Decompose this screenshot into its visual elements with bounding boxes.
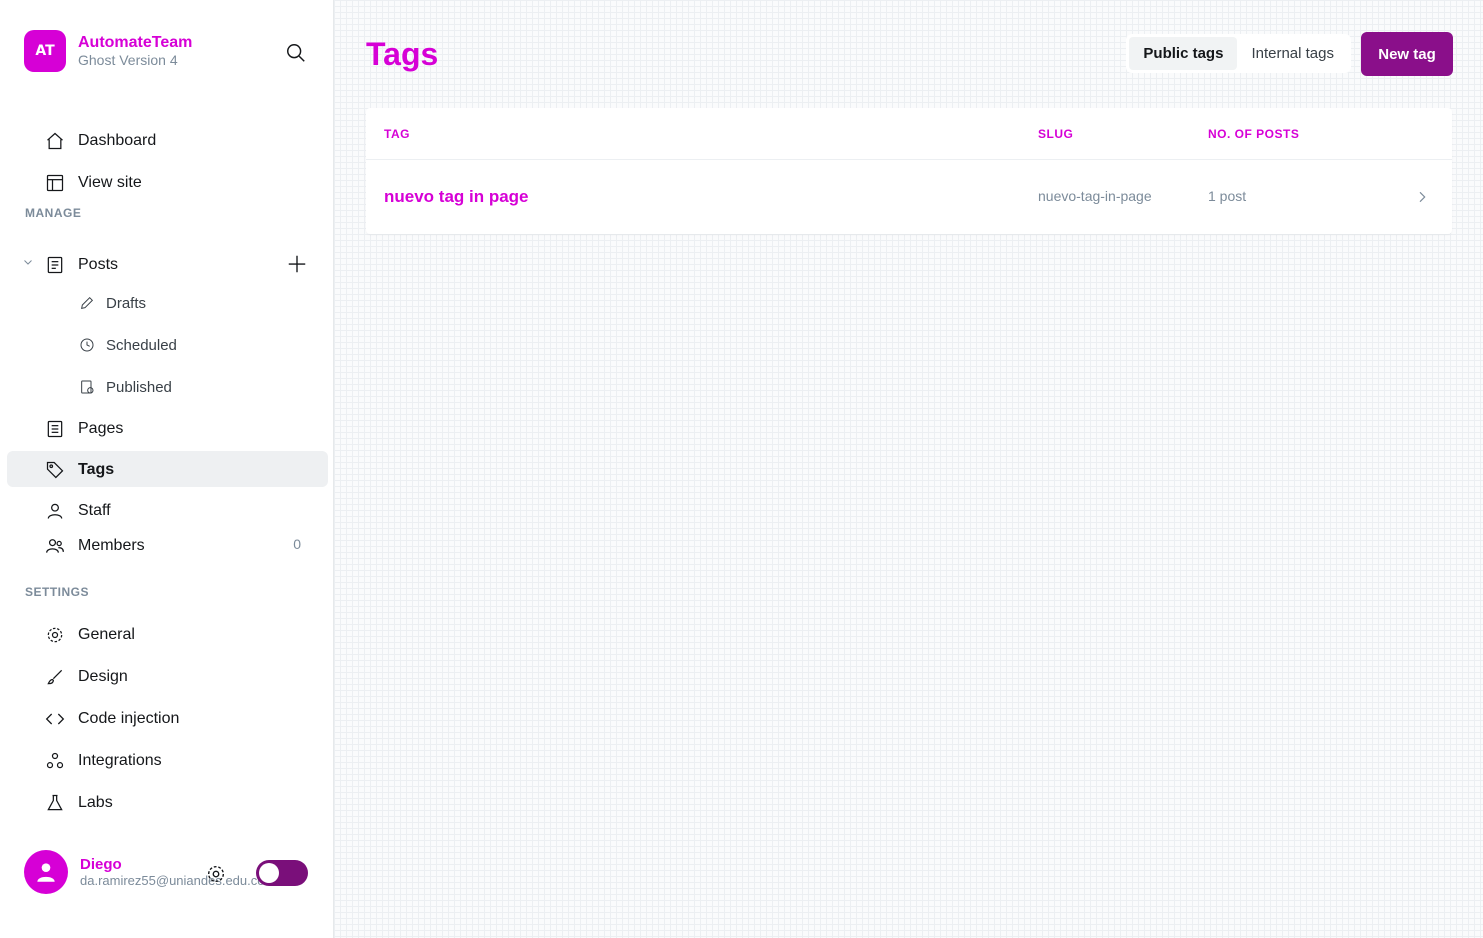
tag-type-tabs: Public tags Internal tags	[1126, 34, 1351, 73]
integrations-icon	[44, 750, 66, 772]
user-icon	[37, 863, 55, 882]
sidebar-item-label: Members	[78, 537, 145, 554]
brand[interactable]: AT AutomateTeam Ghost Version 4	[24, 30, 192, 72]
tags-table: TAG SLUG NO. OF POSTS nuevo tag in page …	[366, 108, 1452, 234]
sidebar-item-label: Scheduled	[106, 336, 177, 354]
sidebar-item-staff[interactable]: Staff	[44, 500, 111, 522]
plus-icon	[288, 255, 306, 273]
sidebar-item-members[interactable]: Members	[44, 535, 145, 557]
gear-icon	[44, 624, 66, 646]
sidebar-item-labs[interactable]: Labs	[44, 792, 113, 814]
search-icon	[287, 44, 305, 62]
sidebar-item-label: Drafts	[106, 294, 147, 312]
members-icon	[44, 535, 66, 557]
search-button[interactable]	[283, 40, 309, 66]
sidebar-item-design[interactable]: Design	[44, 666, 128, 688]
sidebar-item-pages[interactable]: Pages	[44, 418, 123, 440]
column-header-tag: TAG	[384, 126, 410, 141]
browser-icon	[44, 172, 66, 194]
section-title-settings: SETTINGS	[25, 585, 90, 599]
sidebar-item-published[interactable]: Published	[78, 378, 172, 396]
sidebar-item-view-site[interactable]: View site	[44, 172, 142, 194]
sidebar-item-label: Pages	[78, 420, 124, 437]
posts-expand-toggle[interactable]	[20, 254, 36, 270]
user-settings-button[interactable]	[204, 862, 228, 886]
brand-logo: AT	[24, 30, 66, 72]
sidebar-item-label: Labs	[78, 794, 113, 811]
sidebar-item-label: Dashboard	[78, 132, 157, 149]
new-post-button[interactable]	[285, 252, 309, 276]
user-email: da.ramirez55@uniandes.edu.co	[80, 873, 265, 888]
brand-subtitle: Ghost Version 4	[78, 52, 178, 68]
toggle-knob	[259, 863, 279, 883]
column-header-slug: SLUG	[1038, 126, 1074, 141]
main-content: Tags Public tags Internal tags New tag T…	[334, 0, 1483, 938]
tag-post-count: 1 post	[1208, 188, 1247, 204]
section-title-manage: MANAGE	[25, 206, 82, 220]
app-shell: AT AutomateTeam Ghost Version 4 Dashboar…	[0, 0, 1483, 938]
sidebar-item-label: Code injection	[78, 710, 180, 727]
user-name: Diego	[80, 856, 122, 873]
flask-icon	[44, 792, 66, 814]
sidebar-item-label: Tags	[78, 461, 115, 478]
table-header: TAG SLUG NO. OF POSTS	[366, 108, 1452, 160]
chevron-right-icon	[1410, 185, 1434, 209]
brand-name: AutomateTeam	[78, 34, 193, 51]
tab-internal-tags[interactable]: Internal tags	[1237, 37, 1348, 70]
pages-icon	[44, 418, 66, 440]
table-row[interactable]: nuevo tag in page nuevo-tag-in-page 1 po…	[366, 160, 1452, 234]
sidebar-item-integrations[interactable]: Integrations	[44, 750, 162, 772]
new-tag-button[interactable]: New tag	[1361, 32, 1453, 76]
staff-icon	[44, 500, 66, 522]
sidebar-item-label: Design	[78, 668, 128, 685]
chevron-down-icon	[24, 260, 32, 265]
sidebar-item-dashboard[interactable]: Dashboard	[44, 130, 156, 152]
sidebar-item-scheduled[interactable]: Scheduled	[78, 336, 177, 354]
gear-icon	[207, 865, 225, 883]
sidebar-item-label: Integrations	[78, 752, 162, 769]
sidebar-item-tags[interactable]: Tags	[44, 459, 114, 481]
page-title: Tags	[366, 36, 439, 72]
members-count: 0	[293, 536, 301, 552]
sidebar-item-posts[interactable]: Posts	[44, 254, 118, 276]
pencil-icon	[78, 294, 96, 312]
sidebar-item-label: Staff	[78, 502, 111, 519]
column-header-posts: NO. OF POSTS	[1208, 126, 1300, 141]
user-menu[interactable]: Diego da.ramirez55@uniandes.edu.co	[24, 850, 264, 894]
sidebar-item-label: Published	[106, 378, 172, 396]
dark-mode-toggle[interactable]	[256, 860, 308, 886]
avatar	[24, 850, 68, 894]
sidebar-item-label: General	[78, 626, 135, 643]
sidebar-item-general[interactable]: General	[44, 624, 135, 646]
sidebar-item-code-injection[interactable]: Code injection	[44, 708, 179, 730]
code-icon	[44, 708, 66, 730]
sidebar-item-label: View site	[78, 174, 142, 191]
brush-icon	[44, 666, 66, 688]
home-icon	[44, 130, 66, 152]
posts-icon	[44, 254, 66, 276]
sidebar-item-drafts[interactable]: Drafts	[78, 294, 146, 312]
tag-name: nuevo tag in page	[384, 187, 529, 206]
sidebar-item-label: Posts	[78, 256, 119, 273]
sidebar: AT AutomateTeam Ghost Version 4 Dashboar…	[0, 0, 334, 938]
tag-icon	[44, 459, 66, 481]
tab-public-tags[interactable]: Public tags	[1129, 37, 1238, 70]
tag-slug: nuevo-tag-in-page	[1038, 188, 1152, 204]
published-icon	[78, 378, 96, 396]
clock-icon	[78, 336, 96, 354]
